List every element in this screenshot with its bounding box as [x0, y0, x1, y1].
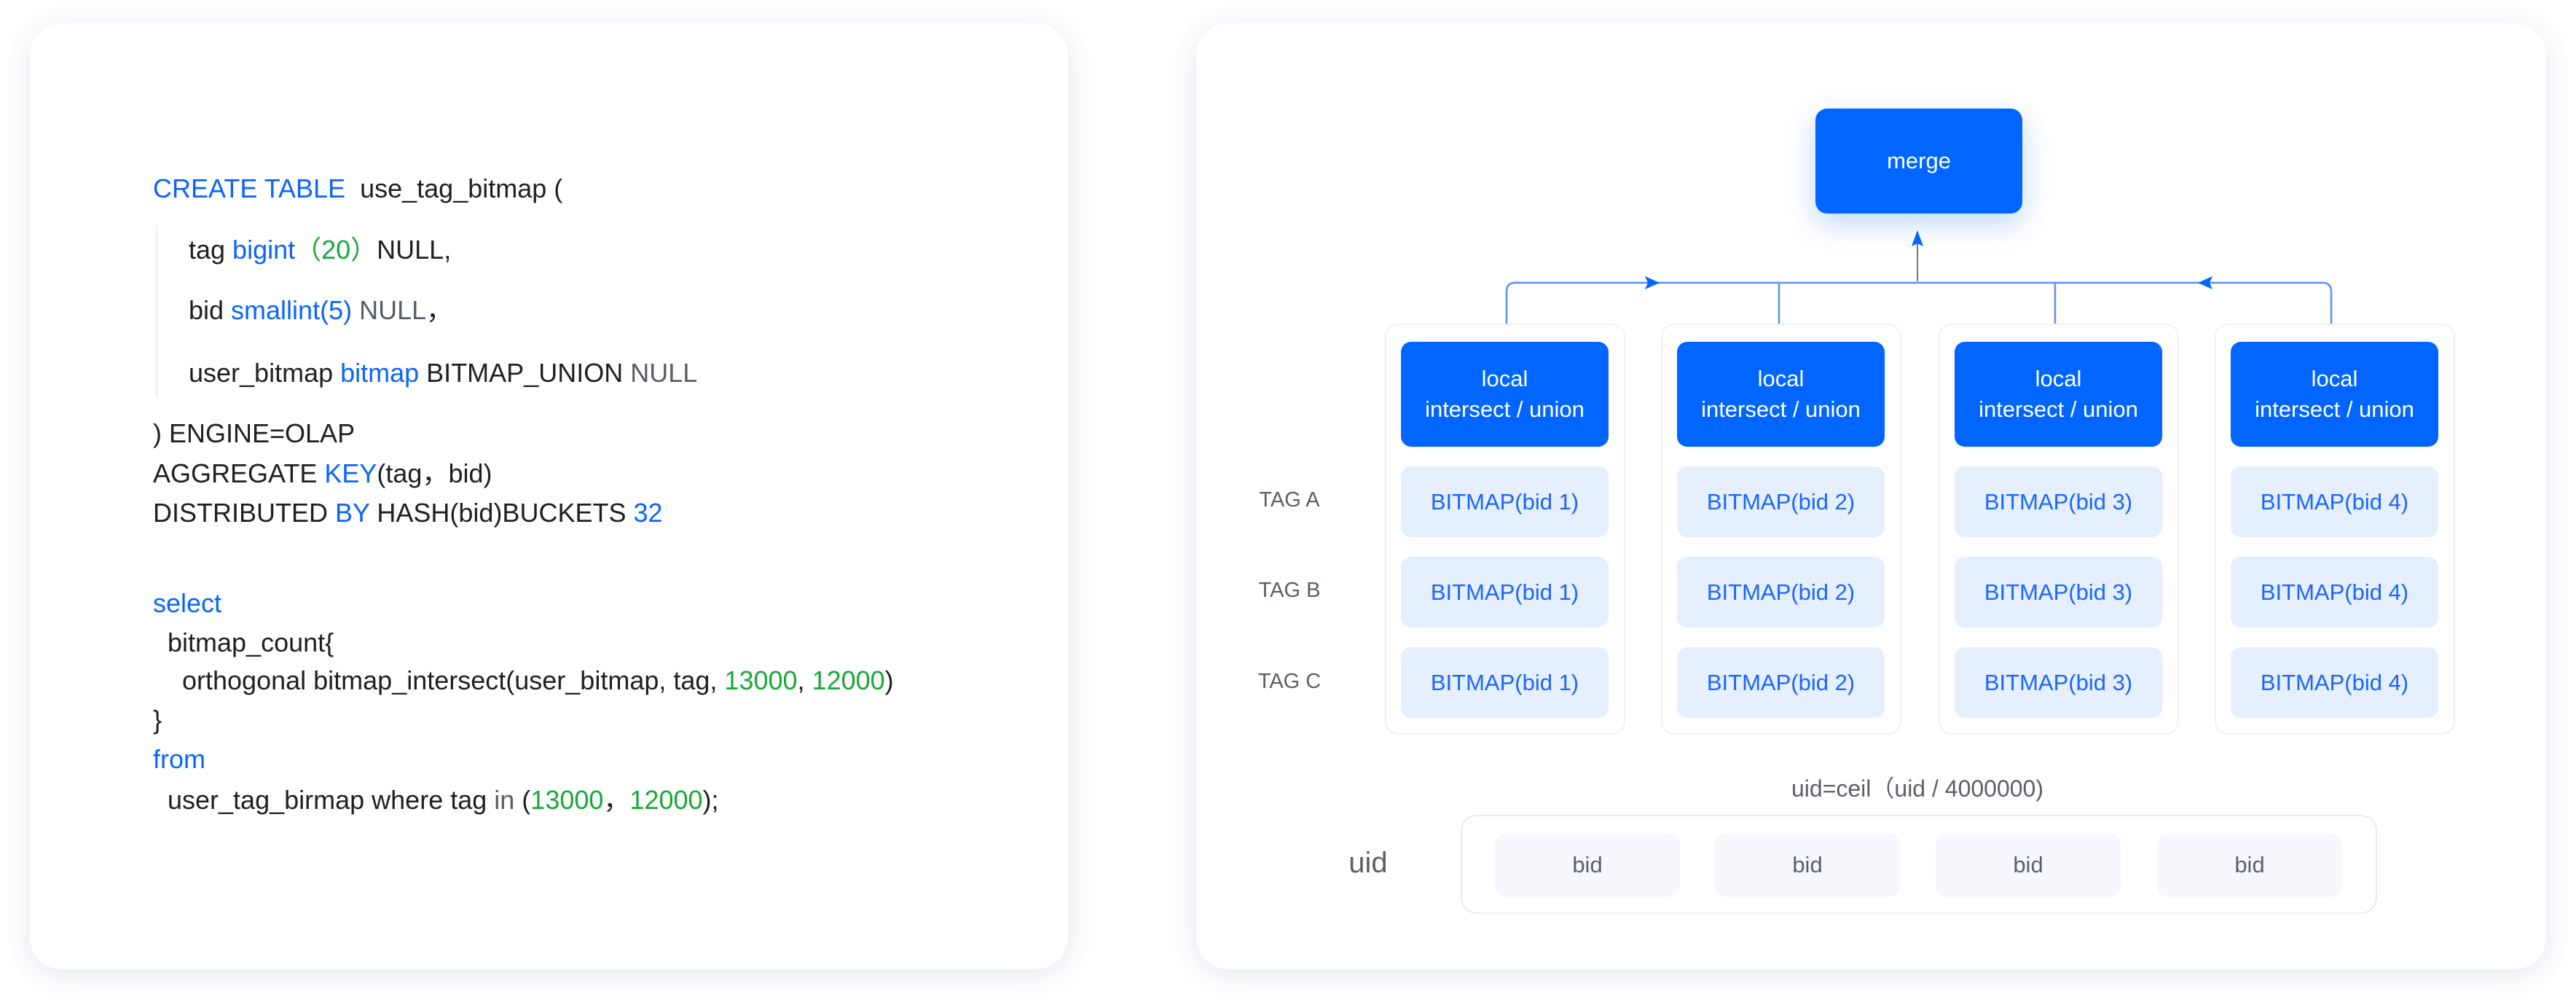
bitmap-cell: BITMAP(bid 1): [1401, 466, 1609, 537]
bitmap-cell: BITMAP(bid 4): [2231, 557, 2438, 627]
bitmap-cell: BITMAP(bid 4): [2231, 466, 2438, 537]
bitmap-label: BITMAP(bid 2): [1706, 669, 1856, 695]
bitmap-cell: BITMAP(bid 1): [1401, 557, 1609, 627]
bitmap-cell: BITMAP(bid 2): [1677, 466, 1885, 537]
bid-label: bid: [2013, 852, 2043, 877]
bid-label: bid: [1792, 852, 1823, 877]
bitmap-label: BITMAP(bid 1): [1430, 579, 1579, 605]
connector-left: [1505, 281, 1917, 324]
bitmap-cell: BITMAP(bid 2): [1677, 557, 1885, 627]
tag-label: TAG A: [1259, 488, 1320, 512]
merge-label: merge: [1887, 148, 1951, 173]
bid-formula: uid=ceil（uid / 4000000): [1791, 775, 2044, 802]
tag-label: TAG C: [1257, 670, 1322, 693]
bitmap-cell: BITMAP(bid 4): [2231, 647, 2438, 718]
bitmap-label: BITMAP(bid 3): [1984, 579, 2133, 605]
bitmap-label: BITMAP(bid 2): [1706, 579, 1856, 605]
local-node-label: intersect / union: [1701, 396, 1861, 422]
tag-label: TAG B: [1258, 579, 1321, 602]
local-node-label: local: [1481, 366, 1528, 391]
uid-label: uid: [1348, 847, 1388, 879]
bid-cell: bid: [1936, 833, 2121, 897]
local-node-label: local: [2035, 366, 2082, 391]
bid-cell: bid: [1715, 833, 1900, 897]
bitmap-label: BITMAP(bid 4): [2260, 579, 2409, 605]
bitmap-cell: BITMAP(bid 3): [1955, 466, 2162, 537]
local-intersect-union-node: local intersect / union: [1677, 342, 1885, 447]
bitmap-label: BITMAP(bid 4): [2260, 669, 2409, 695]
bitmap-label: BITMAP(bid 3): [1984, 669, 2133, 695]
bid-label: bid: [1572, 852, 1603, 877]
bid-cell: bid: [1495, 833, 1680, 897]
local-node-label: intersect / union: [1979, 396, 2138, 422]
local-node-label: intersect / union: [1425, 396, 1585, 422]
bitmap-label: BITMAP(bid 1): [1430, 488, 1579, 515]
connector-right: [1917, 281, 2333, 324]
bitmap-cell: BITMAP(bid 1): [1401, 647, 1609, 718]
local-node-label: local: [2311, 366, 2358, 391]
bitmap-label: BITMAP(bid 2): [1706, 488, 1856, 515]
local-intersect-union-node: local intersect / union: [1401, 342, 1609, 447]
local-intersect-union-node: local intersect / union: [2231, 342, 2438, 447]
bid-cell: bid: [2157, 833, 2342, 897]
local-node-label: intersect / union: [2255, 396, 2414, 422]
local-node-label: local: [1757, 366, 1805, 391]
bitmap-cell: BITMAP(bid 3): [1955, 647, 2162, 718]
bitmap-cell: BITMAP(bid 3): [1955, 557, 2162, 627]
bitmap-label: BITMAP(bid 4): [2260, 488, 2409, 515]
bitmap-label: BITMAP(bid 3): [1984, 488, 2133, 515]
bid-label: bid: [2234, 852, 2265, 877]
merge-node: merge: [1815, 109, 2022, 214]
local-intersect-union-node: local intersect / union: [1955, 342, 2162, 447]
bitmap-cell: BITMAP(bid 2): [1677, 647, 1885, 718]
bitmap-label: BITMAP(bid 1): [1430, 669, 1579, 695]
